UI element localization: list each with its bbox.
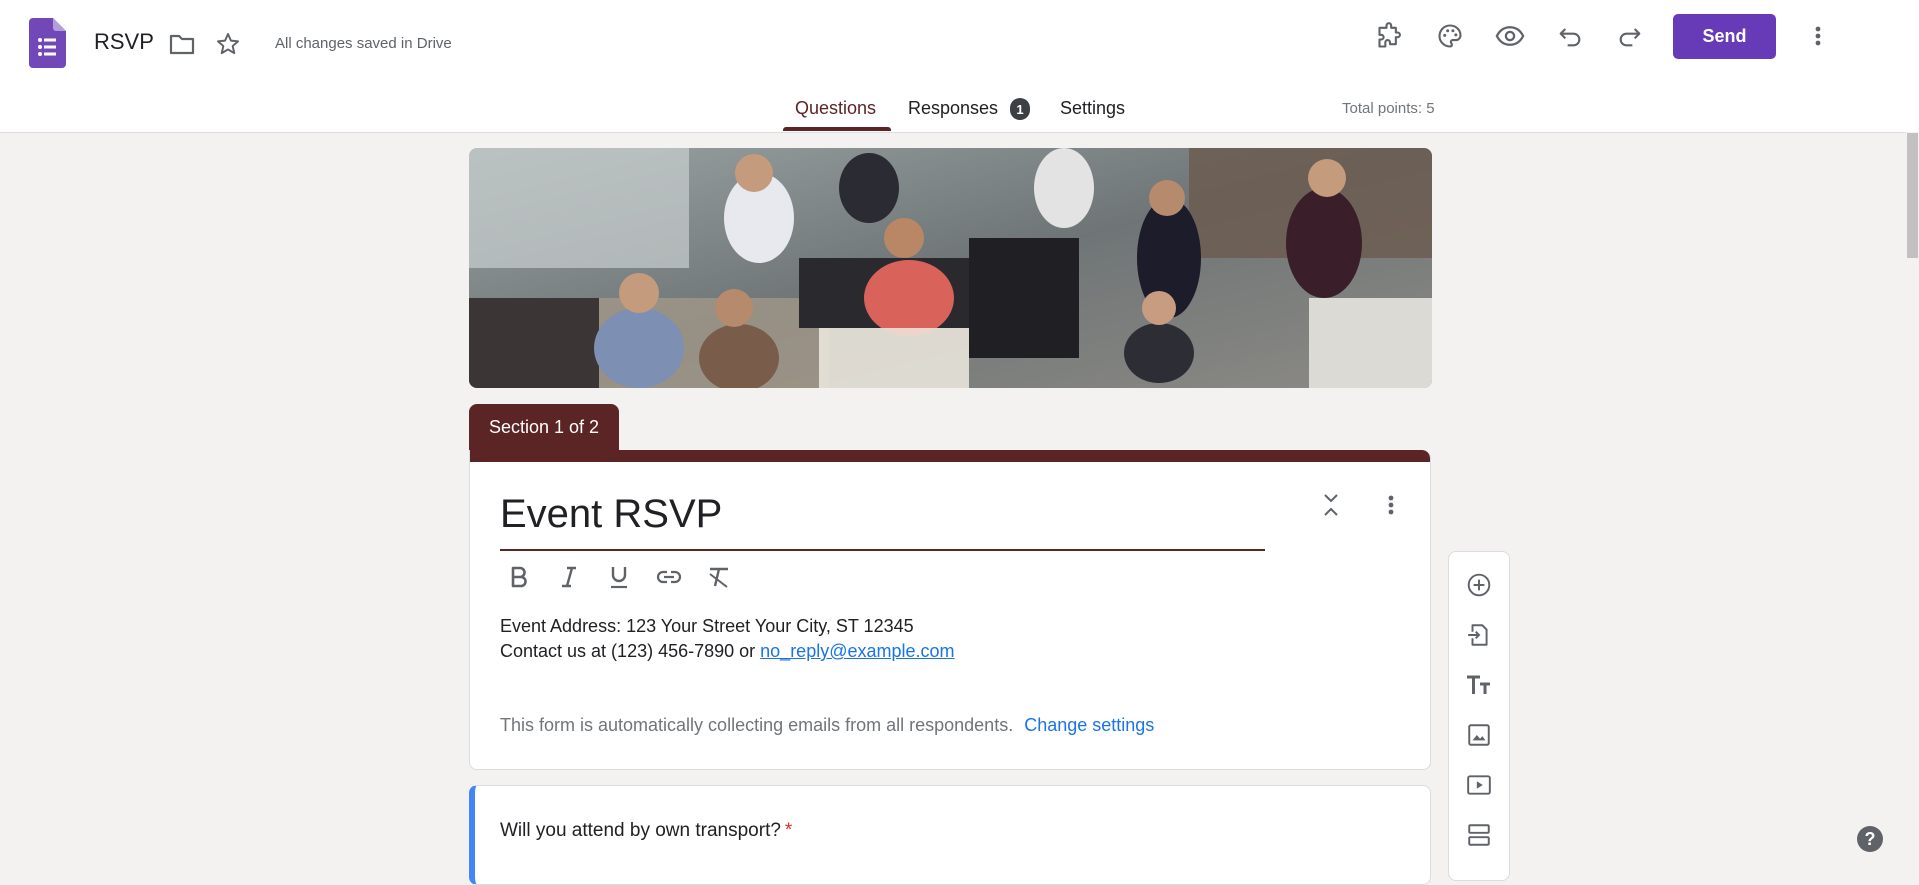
title-underline (500, 549, 1265, 551)
add-title-icon[interactable] (1463, 669, 1495, 701)
underline-icon[interactable] (602, 560, 636, 594)
forms-logo-icon[interactable] (29, 18, 66, 68)
clear-formatting-icon[interactable] (702, 560, 736, 594)
section-header-card[interactable]: Event RSVP Event Address: 123 Your Stree… (469, 450, 1431, 770)
add-image-icon[interactable] (1463, 719, 1495, 751)
floating-toolbar (1448, 551, 1510, 881)
description-line-address[interactable]: Event Address: 123 Your Street Your City… (500, 616, 914, 637)
star-icon[interactable] (212, 28, 244, 60)
email-link[interactable]: no_reply@example.com (760, 641, 954, 661)
tab-bar: Questions Responses 1 Settings Total poi… (0, 92, 1919, 132)
add-section-icon[interactable] (1463, 819, 1495, 851)
tab-questions[interactable]: Questions (795, 98, 876, 119)
question-title-text: Will you attend by own transport? (500, 820, 781, 841)
collecting-emails-text: This form is automatically collecting em… (500, 715, 1014, 735)
tab-responses[interactable]: Responses (908, 98, 998, 119)
save-status: All changes saved in Drive (275, 35, 452, 52)
change-settings-link[interactable]: Change settings (1024, 715, 1154, 735)
help-icon[interactable]: ? (1857, 826, 1883, 852)
add-video-icon[interactable] (1463, 769, 1495, 801)
total-points: Total points: 5 (1342, 100, 1435, 117)
section-label: Section 1 of 2 (469, 404, 619, 450)
redo-icon[interactable] (1614, 20, 1646, 52)
responses-count-badge: 1 (1010, 98, 1030, 120)
more-vert-icon[interactable] (1802, 20, 1834, 52)
question-card[interactable]: Will you attend by own transport? * (469, 785, 1431, 885)
active-tab-indicator (783, 127, 891, 131)
preview-eye-icon[interactable] (1494, 20, 1526, 52)
link-icon[interactable] (652, 560, 686, 594)
question-title[interactable]: Will you attend by own transport? * (500, 820, 792, 842)
collapse-section-icon[interactable] (1315, 489, 1347, 521)
contact-text: Contact us at (123) 456-7890 or (500, 641, 761, 661)
send-button[interactable]: Send (1673, 14, 1776, 59)
collecting-emails-note: This form is automatically collecting em… (500, 715, 1154, 736)
description-line-contact[interactable]: Contact us at (123) 456-7890 or no_reply… (500, 641, 955, 662)
scrollbar-thumb[interactable] (1907, 133, 1918, 258)
import-questions-icon[interactable] (1463, 619, 1495, 651)
form-title-input[interactable]: Event RSVP (500, 492, 722, 537)
add-ons-icon[interactable] (1374, 20, 1406, 52)
bold-icon[interactable] (502, 560, 536, 594)
folder-icon[interactable] (166, 28, 198, 60)
undo-icon[interactable] (1554, 20, 1586, 52)
form-name[interactable]: RSVP (94, 29, 154, 55)
palette-icon[interactable] (1434, 20, 1466, 52)
theme-accent-bar (470, 450, 1430, 462)
add-question-icon[interactable] (1463, 569, 1495, 601)
italic-icon[interactable] (552, 560, 586, 594)
top-bar: RSVP All changes saved in Drive Send Que… (0, 0, 1919, 133)
required-asterisk: * (784, 820, 793, 841)
tab-settings[interactable]: Settings (1060, 98, 1125, 119)
section-more-icon[interactable] (1375, 489, 1407, 521)
header-image (469, 148, 1432, 388)
